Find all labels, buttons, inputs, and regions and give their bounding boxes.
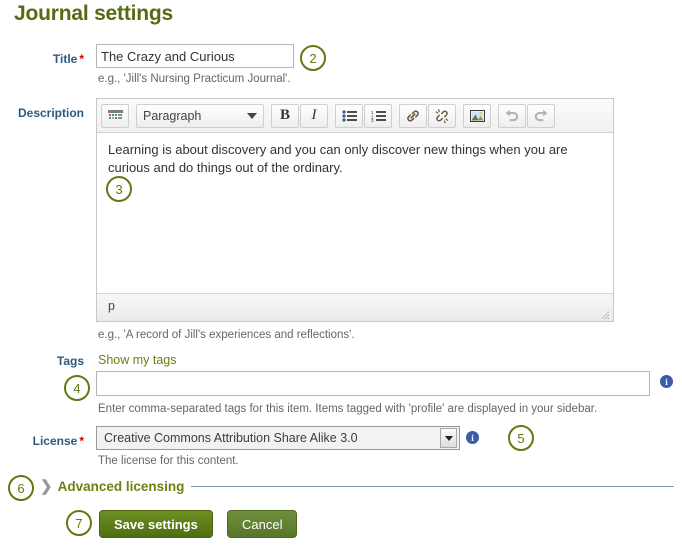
license-required-asterisk: * — [79, 434, 84, 448]
callout-5: 5 — [508, 425, 534, 451]
callout-7: 7 — [66, 510, 92, 536]
bold-icon[interactable]: B — [271, 103, 299, 128]
numbered-list-icon[interactable]: 1 2 3 — [364, 103, 392, 128]
tags-help-text: Enter comma-separated tags for this item… — [98, 403, 598, 415]
table-grid-icon[interactable] — [101, 103, 129, 128]
description-field-label: Description — [17, 106, 84, 120]
image-icon[interactable] — [463, 103, 491, 128]
callout-2: 2 — [300, 45, 326, 71]
toolbar-group-media — [463, 103, 492, 128]
editor-status-bar: p — [97, 293, 613, 321]
license-help-text: The license for this content. — [98, 455, 239, 467]
tags-info-icon[interactable]: i — [660, 375, 673, 388]
license-info-icon[interactable]: i — [466, 431, 479, 444]
callout-4: 4 — [64, 375, 90, 401]
toolbar-group-history — [498, 103, 556, 128]
tags-field-label: Tags — [56, 354, 84, 368]
license-label-text: License — [32, 434, 78, 448]
title-label-text: Title — [52, 52, 78, 66]
editor-toolbar: Paragraph B I 1 2 3 — [97, 99, 613, 133]
advanced-licensing-toggle[interactable]: ❯ Advanced licensing — [40, 479, 674, 494]
editor-element-path: p — [108, 299, 115, 313]
callout-3: 3 — [106, 176, 132, 202]
format-block-select[interactable]: Paragraph — [136, 103, 264, 128]
description-paragraph: Learning is about discovery and you can … — [108, 142, 568, 176]
undo-icon[interactable] — [498, 103, 526, 128]
description-help-text: e.g., 'A record of Jill's experiences an… — [98, 329, 355, 341]
toolbar-group-links — [399, 103, 457, 128]
redo-icon[interactable] — [527, 103, 555, 128]
format-block-label: Paragraph — [143, 108, 202, 123]
license-dropdown-arrow[interactable] — [440, 428, 457, 448]
italic-icon[interactable]: I — [300, 103, 328, 128]
cancel-button[interactable]: Cancel — [227, 510, 298, 538]
title-input[interactable] — [96, 44, 294, 68]
license-select[interactable]: Creative Commons Attribution Share Alike… — [96, 426, 460, 450]
unlink-icon[interactable] — [428, 103, 456, 128]
license-selected-value: Creative Commons Attribution Share Alike… — [104, 431, 358, 445]
description-textarea[interactable]: Learning is about discovery and you can … — [97, 133, 613, 293]
toolbar-group-lists: 1 2 3 — [335, 103, 393, 128]
description-editor: Paragraph B I 1 2 3 Learning is about di… — [96, 98, 614, 322]
callout-6: 6 — [8, 475, 34, 501]
page-title: Journal settings — [14, 2, 173, 25]
show-my-tags-link[interactable]: Show my tags — [98, 353, 177, 367]
title-required-asterisk: * — [79, 52, 84, 66]
license-field-label: License * — [6, 434, 84, 448]
bulleted-list-icon[interactable] — [335, 103, 363, 128]
chevron-down-icon — [247, 112, 257, 119]
toolbar-group-inline: B I — [271, 103, 329, 128]
tags-input[interactable] — [96, 371, 650, 396]
title-help-text: e.g., 'Jill's Nursing Practicum Journal'… — [98, 73, 291, 85]
chevron-down-icon — [444, 435, 453, 441]
link-icon[interactable] — [399, 103, 427, 128]
editor-resize-handle[interactable] — [600, 309, 610, 320]
save-button[interactable]: Save settings — [99, 510, 213, 538]
toolbar-group-grid — [101, 103, 130, 128]
title-field-label: Title * — [6, 52, 84, 66]
chevron-right-icon: ❯ — [40, 478, 53, 495]
svg-text:3: 3 — [371, 118, 374, 122]
advanced-licensing-label: Advanced licensing — [57, 479, 185, 494]
advanced-licensing-rule — [191, 486, 674, 487]
